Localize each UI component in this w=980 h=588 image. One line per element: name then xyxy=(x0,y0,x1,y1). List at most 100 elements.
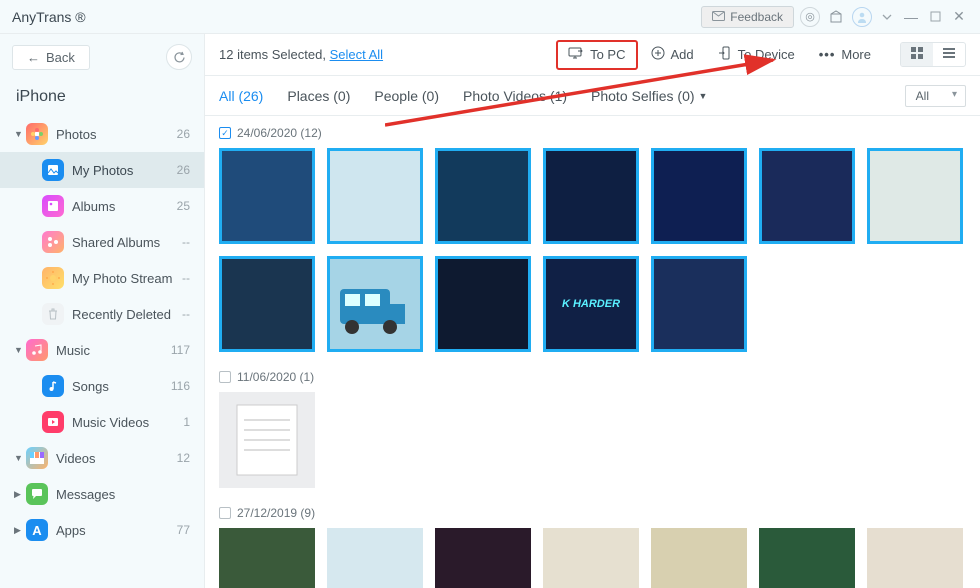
photo-thumbnail[interactable] xyxy=(435,148,531,244)
tab-4[interactable]: Photo Selfies (0) ▼ xyxy=(591,88,707,104)
checkbox[interactable]: ✓ xyxy=(219,127,231,139)
tab-1[interactable]: Places (0) xyxy=(287,88,350,104)
more-button[interactable]: ••• More xyxy=(808,41,882,68)
tabbar: All (26) Places (0) People (0) Photo Videos… xyxy=(205,76,980,116)
flower-icon xyxy=(26,123,48,145)
checkbox[interactable] xyxy=(219,371,231,383)
photo-thumbnail[interactable] xyxy=(219,148,315,244)
sidebar-item-messages[interactable]: ▶Messages xyxy=(0,476,204,512)
to-pc-icon xyxy=(568,47,584,63)
help-icon[interactable]: ◎ xyxy=(800,7,820,27)
photo-thumbnail[interactable] xyxy=(867,148,963,244)
photo-icon xyxy=(42,159,64,181)
msg-icon xyxy=(26,483,48,505)
titlebar: AnyTrans ® Feedback ◎ — ✕ xyxy=(0,0,980,34)
share-icon xyxy=(42,231,64,253)
grid-view-icon[interactable] xyxy=(901,43,933,66)
sidebar-item-label: Albums xyxy=(72,199,115,214)
dots-icon: ••• xyxy=(819,47,836,62)
photo-thumbnail[interactable] xyxy=(759,528,855,588)
tab-0[interactable]: All (26) xyxy=(219,88,263,104)
photo-thumbnail[interactable] xyxy=(651,256,747,352)
back-label: Back xyxy=(46,50,75,65)
sidebar-item-count: -- xyxy=(182,235,190,249)
feedback-button[interactable]: Feedback xyxy=(701,6,794,28)
plus-icon xyxy=(651,46,665,63)
group-date: 24/06/2020 (12) xyxy=(237,126,322,140)
sidebar-item-label: Music xyxy=(56,343,90,358)
sidebar-item-music-videos[interactable]: Music Videos1 xyxy=(0,404,204,440)
sidebar-item-music[interactable]: ▼Music117 xyxy=(0,332,204,368)
photo-thumbnail[interactable] xyxy=(435,528,531,588)
photo-thumbnail[interactable] xyxy=(219,256,315,352)
photo-thumbnail[interactable] xyxy=(867,528,963,588)
caret-icon: ▼ xyxy=(14,345,26,355)
group-header[interactable]: 27/12/2019 (9) xyxy=(205,496,980,526)
maximize-button[interactable] xyxy=(926,8,944,26)
refresh-button[interactable] xyxy=(166,44,192,70)
sidebar-item-apps[interactable]: ▶AApps77 xyxy=(0,512,204,548)
sidebar-item-count: -- xyxy=(182,307,190,321)
apps-icon: A xyxy=(26,519,48,541)
list-view-icon[interactable] xyxy=(933,43,965,66)
group-header[interactable]: ✓ 24/06/2020 (12) xyxy=(205,116,980,146)
tab-3[interactable]: Photo Videos (1) xyxy=(463,88,567,104)
caret-icon: ▼ xyxy=(14,453,26,463)
device-name: iPhone xyxy=(0,80,204,116)
checkbox[interactable] xyxy=(219,507,231,519)
close-button[interactable]: ✕ xyxy=(950,8,968,26)
sidebar-item-recently-deleted[interactable]: Recently Deleted -- xyxy=(0,296,204,332)
sidebar-item-my-photo-stream[interactable]: My Photo Stream -- xyxy=(0,260,204,296)
chevron-down-icon[interactable] xyxy=(878,8,896,26)
sidebar-item-label: Shared Albums xyxy=(72,235,160,250)
sidebar-item-label: Songs xyxy=(72,379,109,394)
sidebar-item-label: Videos xyxy=(56,451,96,466)
photo-thumbnail[interactable]: K HARDER xyxy=(543,256,639,352)
photo-thumbnail[interactable] xyxy=(651,148,747,244)
sidebar-item-label: Music Videos xyxy=(72,415,149,430)
to-pc-button[interactable]: To PC xyxy=(556,40,637,70)
sidebar-item-shared-albums[interactable]: Shared Albums -- xyxy=(0,224,204,260)
sidebar-item-count: 26 xyxy=(177,163,190,177)
select-all-link[interactable]: Select All xyxy=(330,47,383,62)
app-logo: AnyTrans ® xyxy=(12,9,701,25)
sidebar-item-label: Recently Deleted xyxy=(72,307,171,322)
group-header[interactable]: 11/06/2020 (1) xyxy=(205,360,980,390)
view-toggle[interactable] xyxy=(900,42,966,67)
mail-icon xyxy=(712,10,725,24)
photo-grid-scroll[interactable]: ✓ 24/06/2020 (12) K HARDER 11/06/2020 (1) 27… xyxy=(205,116,980,588)
photo-thumbnail[interactable] xyxy=(543,148,639,244)
thumbnail-grid xyxy=(205,390,980,496)
chevron-down-icon: ▼ xyxy=(699,91,708,101)
photo-thumbnail[interactable] xyxy=(543,528,639,588)
sidebar-item-photos[interactable]: ▼Photos26 xyxy=(0,116,204,152)
sidebar-item-count: -- xyxy=(182,271,190,285)
add-button[interactable]: Add xyxy=(640,40,705,69)
thumbnail-grid xyxy=(205,526,980,588)
photo-thumbnail[interactable] xyxy=(219,392,315,488)
sidebar-item-label: My Photo Stream xyxy=(72,271,172,286)
tab-2[interactable]: People (0) xyxy=(374,88,439,104)
photo-thumbnail[interactable] xyxy=(327,528,423,588)
thumbnail-grid: K HARDER xyxy=(205,146,980,360)
gift-icon[interactable] xyxy=(826,7,846,27)
photo-thumbnail[interactable] xyxy=(327,148,423,244)
filter-select[interactable]: All xyxy=(905,85,966,107)
photo-thumbnail[interactable] xyxy=(651,528,747,588)
sidebar-item-my-photos[interactable]: My Photos26 xyxy=(0,152,204,188)
back-button[interactable]: ← Back xyxy=(12,45,90,70)
sidebar-item-label: Apps xyxy=(56,523,86,538)
caret-icon: ▼ xyxy=(14,129,26,139)
minimize-button[interactable]: — xyxy=(902,8,920,26)
photo-thumbnail[interactable] xyxy=(327,256,423,352)
sidebar-item-albums[interactable]: Albums25 xyxy=(0,188,204,224)
sidebar-item-videos[interactable]: ▼Videos12 xyxy=(0,440,204,476)
photo-thumbnail[interactable] xyxy=(435,256,531,352)
to-device-button[interactable]: To Device xyxy=(707,40,806,69)
sidebar-item-songs[interactable]: Songs116 xyxy=(0,368,204,404)
toolbar: 12 items Selected, Select All To PC Add … xyxy=(205,34,980,76)
user-icon[interactable] xyxy=(852,7,872,27)
photo-thumbnail[interactable] xyxy=(759,148,855,244)
photo-thumbnail[interactable] xyxy=(219,528,315,588)
sidebar-tree: ▼Photos26My Photos26Albums25Shared Album… xyxy=(0,116,204,588)
